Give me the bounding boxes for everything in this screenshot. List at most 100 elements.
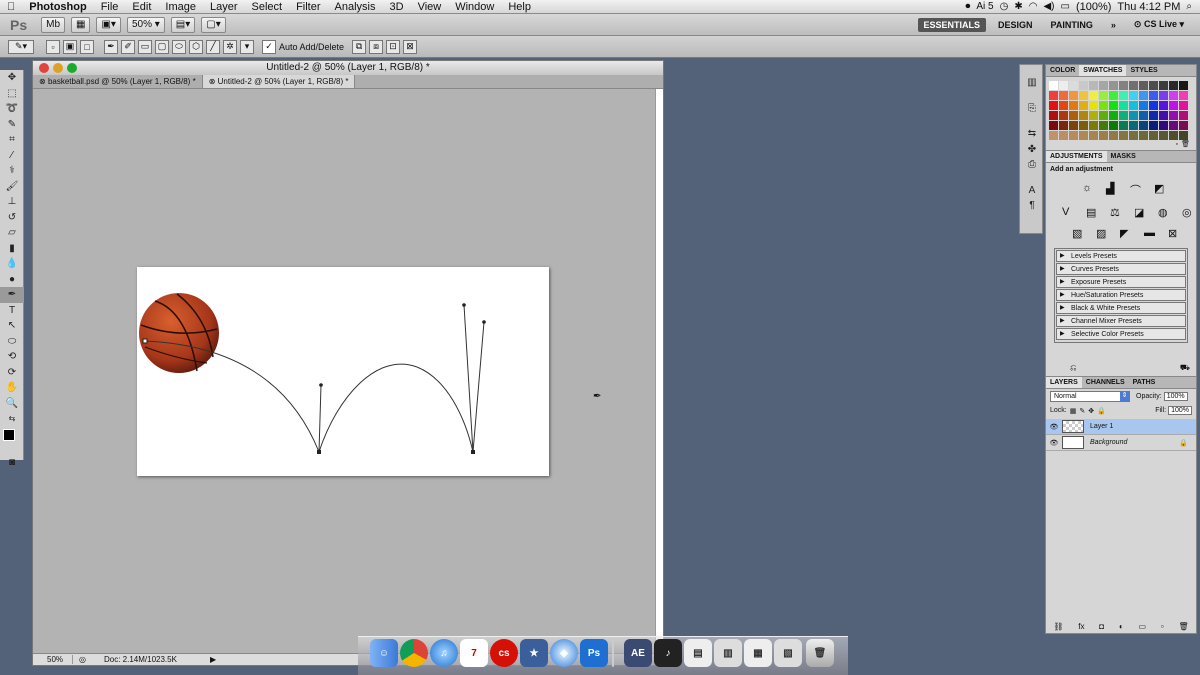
- swatch[interactable]: [1049, 131, 1058, 140]
- 3d-rotate-tool-icon[interactable]: ⟲: [0, 349, 24, 365]
- new-adjustment-layer-icon[interactable]: ◐: [1119, 622, 1124, 631]
- clone-source-icon[interactable]: ⎙: [1020, 157, 1044, 173]
- swatch[interactable]: [1049, 81, 1058, 90]
- menubar-clock[interactable]: Thu 4:12 PM: [1117, 1, 1180, 13]
- vertical-scrollbar[interactable]: [655, 89, 663, 659]
- tab-color[interactable]: COLOR: [1046, 65, 1079, 76]
- swatch[interactable]: [1149, 91, 1158, 100]
- swatch[interactable]: [1119, 131, 1128, 140]
- swatch[interactable]: [1129, 81, 1138, 90]
- swatch[interactable]: [1169, 101, 1178, 110]
- swatch[interactable]: [1099, 111, 1108, 120]
- mini-bridge-button[interactable]: ▦: [71, 16, 91, 33]
- swatch[interactable]: [1079, 91, 1088, 100]
- after-effects-dock-icon[interactable]: AE: [624, 639, 652, 667]
- swatch[interactable]: [1159, 131, 1168, 140]
- photoshop-dock-icon[interactable]: Ps: [580, 639, 608, 667]
- swatch[interactable]: [1079, 101, 1088, 110]
- workspace-design[interactable]: DESIGN: [992, 18, 1039, 32]
- swatch[interactable]: [1099, 101, 1108, 110]
- swatch[interactable]: [1119, 111, 1128, 120]
- swatch[interactable]: [1129, 121, 1138, 130]
- swatch[interactable]: [1139, 91, 1148, 100]
- clip-layer-icon[interactable]: ⎌: [1070, 363, 1076, 373]
- shape-layers-button[interactable]: ▫: [46, 39, 60, 54]
- lastfm-dock-icon[interactable]: cs: [490, 639, 518, 667]
- document-canvas[interactable]: [137, 267, 549, 476]
- ical-dock-icon[interactable]: 7: [460, 639, 488, 667]
- threshold-icon[interactable]: ◤: [1120, 227, 1138, 240]
- pen-tool-icon[interactable]: ✒: [0, 287, 24, 303]
- swatch[interactable]: [1179, 101, 1188, 110]
- quick-select-tool-icon[interactable]: ✎: [0, 117, 24, 133]
- new-layer-icon[interactable]: ▫: [1161, 622, 1164, 631]
- quick-mask-icon[interactable]: ◙: [0, 455, 24, 471]
- photo-filter-icon[interactable]: ◍: [1158, 206, 1176, 219]
- swatch[interactable]: [1079, 111, 1088, 120]
- exposure-icon[interactable]: ◩: [1154, 182, 1172, 198]
- swatch[interactable]: [1139, 101, 1148, 110]
- freeform-pen-option-icon[interactable]: ✐: [121, 39, 135, 54]
- swatch[interactable]: [1109, 131, 1118, 140]
- tab-adjustments[interactable]: ADJUSTMENTS: [1046, 151, 1107, 162]
- swatch[interactable]: [1049, 91, 1058, 100]
- swatch[interactable]: [1149, 81, 1158, 90]
- eraser-tool-icon[interactable]: ▱: [0, 225, 24, 241]
- blend-mode-select[interactable]: Normal ⇕: [1050, 391, 1130, 402]
- zoom-level-select[interactable]: 50% ▾: [126, 16, 165, 33]
- menu-layer[interactable]: Layer: [203, 1, 245, 13]
- swatch[interactable]: [1179, 121, 1188, 130]
- swatch[interactable]: [1159, 81, 1168, 90]
- vibrance-icon[interactable]: V: [1062, 206, 1080, 219]
- view-extras-button[interactable]: ▣▾: [96, 16, 121, 33]
- exposure-presets[interactable]: Exposure Presets: [1056, 276, 1186, 288]
- lock-position-icon[interactable]: ✥: [1088, 407, 1094, 415]
- volume-icon[interactable]: ◀): [1043, 1, 1054, 12]
- finder-dock-icon[interactable]: ☺: [370, 639, 398, 667]
- document-stack-3-icon[interactable]: ▦: [744, 639, 772, 667]
- swatch[interactable]: [1169, 121, 1178, 130]
- swatch[interactable]: [1049, 111, 1058, 120]
- swatch[interactable]: [1139, 131, 1148, 140]
- crop-tool-icon[interactable]: ⌗: [0, 132, 24, 148]
- swap-colors-icon[interactable]: ⇆: [0, 411, 24, 427]
- tab-masks[interactable]: MASKS: [1107, 151, 1140, 162]
- marquee-tool-icon[interactable]: ⬚: [0, 86, 24, 102]
- swatch[interactable]: [1139, 81, 1148, 90]
- swatch[interactable]: [1179, 131, 1188, 140]
- invert-icon[interactable]: ▧: [1072, 227, 1090, 240]
- swatch[interactable]: [1099, 131, 1108, 140]
- posterize-icon[interactable]: ▨: [1096, 227, 1114, 240]
- swatch[interactable]: [1179, 111, 1188, 120]
- path-intersect-icon[interactable]: ⊡: [386, 39, 401, 54]
- move-tool-icon[interactable]: ✥: [0, 70, 24, 86]
- tool-preset-picker[interactable]: ✎▾: [8, 39, 34, 54]
- swatch[interactable]: [1149, 111, 1158, 120]
- hue-saturation-icon[interactable]: ▤: [1086, 206, 1104, 219]
- new-swatch-icon[interactable]: ▫: [1176, 141, 1178, 148]
- menu-analysis[interactable]: Analysis: [328, 1, 383, 13]
- shape-tool-icon[interactable]: ⬭: [0, 334, 24, 350]
- tab-styles[interactable]: STYLES: [1126, 65, 1161, 76]
- swatch[interactable]: [1059, 131, 1068, 140]
- fill-pixels-button[interactable]: □: [80, 39, 94, 54]
- swatch[interactable]: [1089, 81, 1098, 90]
- menu-file[interactable]: File: [94, 1, 126, 13]
- swatch[interactable]: [1149, 131, 1158, 140]
- menu-filter[interactable]: Filter: [289, 1, 327, 13]
- gradient-tool-icon[interactable]: ▮: [0, 241, 24, 257]
- eyedropper-tool-icon[interactable]: ⁄: [0, 148, 24, 164]
- swatch[interactable]: [1159, 121, 1168, 130]
- swatch[interactable]: [1049, 121, 1058, 130]
- swatch[interactable]: [1069, 131, 1078, 140]
- swatch[interactable]: [1049, 101, 1058, 110]
- status-menu-arrow-icon[interactable]: ▶: [210, 655, 216, 664]
- pen-tool-option-icon[interactable]: ✒: [104, 39, 118, 54]
- tab-paths[interactable]: PATHS: [1129, 377, 1160, 388]
- swatch[interactable]: [1099, 121, 1108, 130]
- tab-layers[interactable]: LAYERS: [1046, 377, 1082, 388]
- delete-layer-icon[interactable]: 🗑: [1178, 622, 1188, 631]
- swatch[interactable]: [1169, 91, 1178, 100]
- rounded-rect-option-icon[interactable]: ▢: [155, 39, 169, 54]
- brightness-contrast-icon[interactable]: ☼: [1082, 182, 1100, 198]
